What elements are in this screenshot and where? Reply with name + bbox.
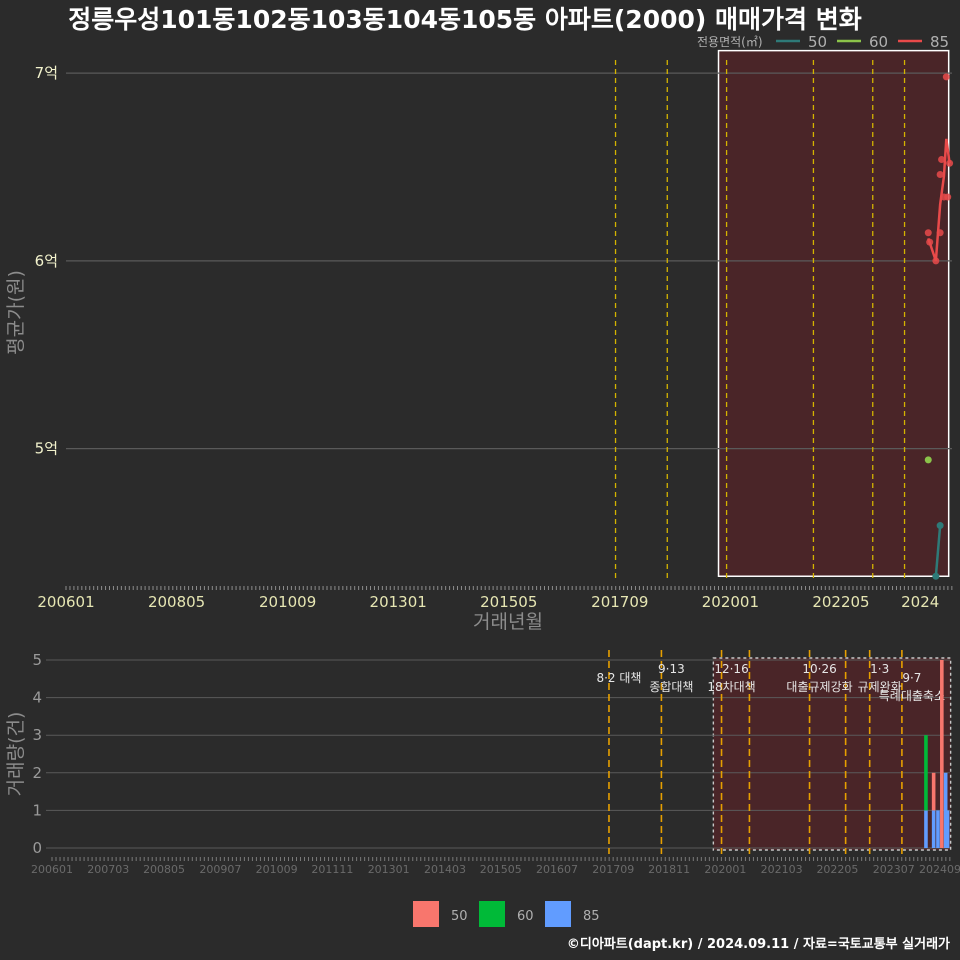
chart-page: 정릉우성101동102동103동104동105동 아파트(2000) 매매가격 … [0,0,960,960]
policy-annotation: 18차대책 [707,679,755,694]
x-tick-label: 202103 [761,863,803,876]
legend-key-50 [413,901,439,927]
credit-text: ©디아파트(dapt.kr) / 2024.09.11 / 자료=국토교통부 실… [567,936,950,952]
y-tick-label: 3 [32,726,42,744]
x-minor-ticks [65,586,953,590]
policy-annotation: 8·2 대책 [596,670,641,685]
x-tick-label: 202205 [812,593,869,611]
legend-key-60 [479,901,505,927]
x-minor-ticks [51,857,951,861]
x-tick-label: 202307 [873,863,915,876]
x-tick-label: 202001 [702,593,759,611]
policy-annotation: 9·7 [902,671,921,685]
bar-legend: 50 60 85 [413,901,600,927]
x-axis-label: 거래년월 [473,611,543,633]
data-point-85 [944,193,952,201]
x-tick-label: 201301 [368,863,410,876]
policy-annotation: 9·13 [658,662,685,676]
legend-label-85: 85 [930,33,949,51]
x-tick-label: 200805 [143,863,185,876]
x-tick-label: 200601 [37,593,94,611]
x-tick-label: 201009 [256,863,298,876]
data-point-85 [936,171,944,179]
x-tick-label: 201301 [370,593,427,611]
policy-annotation: 1·3 [870,662,889,676]
bar-85 [931,810,936,848]
y-tick-label: 6억 [35,252,58,270]
legend-label-85: 85 [583,909,600,924]
x-tick-label: 201709 [592,863,634,876]
x-tick-label: 202205 [816,863,858,876]
y-tick-label: 5억 [35,440,58,458]
legend-label-50: 50 [808,33,827,51]
highlight-box [717,49,950,577]
x-tick-label: 201811 [648,863,690,876]
legend-label-60: 60 [517,909,534,924]
policy-annotation: 특례대출축소 [879,689,945,703]
price-chart: 5억 6억 7억 200601 200805 201009 201301 201505 2017… [5,33,954,633]
chart-title: 정릉우성101동102동103동104동105동 아파트(2000) 매매가격 … [68,5,861,34]
y-tick-label: 2 [32,764,42,782]
bar-50 [940,660,944,848]
y-tick-label: 0 [32,839,42,857]
y-tick-label: 1 [32,801,42,819]
x-tick-label: 2024 [901,593,939,611]
policy-annotation: 대출규제강화 [786,680,852,694]
policy-annotation: 12·16 [714,662,748,676]
x-tick-label: 200601 [31,863,73,876]
y-tick-label: 7억 [35,64,58,82]
x-tick-label: 201505 [480,593,537,611]
bar-50 [931,772,936,811]
x-tick-label: 200805 [148,593,205,611]
x-tick-label: 200703 [87,863,129,876]
legend-label-60: 60 [869,33,888,51]
data-point-60 [924,456,932,464]
legend-title: 전용면적(㎡) [697,35,763,49]
volume-chart: 0 1 2 3 4 5 8·2 대책 9·13 종합대책 12·16 18차대책 10·26 대출규제강… [5,650,960,876]
x-tick-label: 200907 [199,863,241,876]
x-tick-label: 202001 [704,863,746,876]
data-point-50 [936,522,944,530]
bar-60 [924,735,928,811]
x-tick-label: 201111 [311,863,353,876]
policy-annotation: 종합대책 [649,679,693,694]
x-tick-label: 201505 [480,863,522,876]
legend-label-50: 50 [451,909,468,924]
chart-canvas: 정릉우성101동102동103동104동105동 아파트(2000) 매매가격 … [5,5,960,952]
data-point-85 [924,229,932,237]
data-point-85 [942,73,950,81]
x-tick-label: 202409 [919,863,960,876]
x-tick-label: 201403 [424,863,466,876]
y-tick-label: 4 [32,689,42,707]
bar-85 [945,810,950,848]
x-tick-label: 201607 [536,863,578,876]
y-axis-label: 평균가(원) [5,270,27,355]
policy-annotation: 10·26 [802,662,836,676]
legend-key-85 [545,901,571,927]
x-tick-label: 201009 [259,593,316,611]
data-point-50 [932,572,940,580]
bar-85 [936,810,940,848]
y-axis-label: 거래량(건) [5,712,27,797]
x-tick-label: 201709 [591,593,648,611]
bar-85 [924,810,928,848]
y-tick-label: 5 [32,651,42,669]
